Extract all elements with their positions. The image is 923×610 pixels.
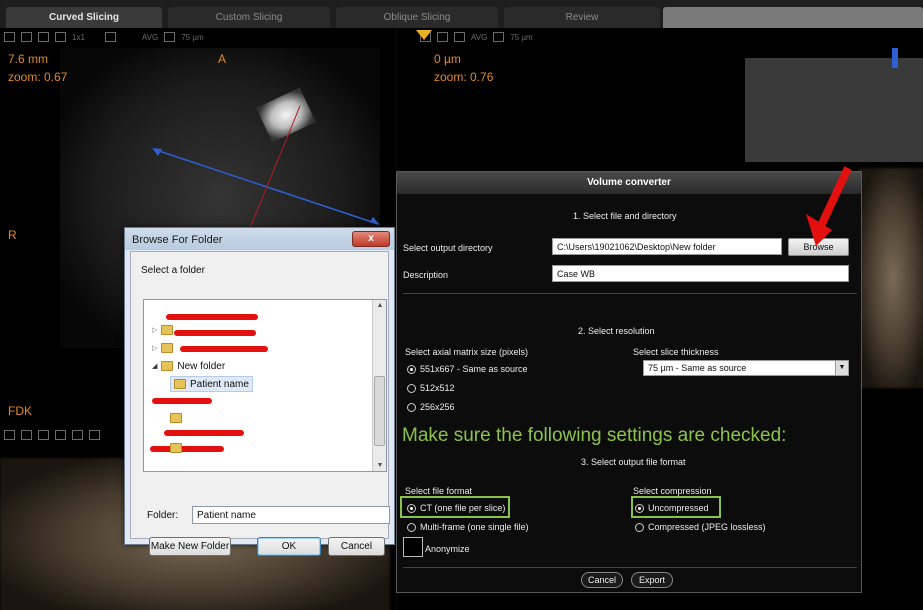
compression-option-jpeg[interactable]: Compressed (JPEG lossless) [635, 522, 766, 532]
step-1-heading: 1. Select file and directory [573, 211, 677, 221]
folder-icon [170, 443, 182, 453]
distance-readout: 0 µm [434, 52, 461, 66]
anonymize-label: Anonymize [425, 544, 470, 554]
format-option-multiframe[interactable]: Multi-frame (one single file) [407, 522, 529, 532]
redaction-mark [174, 330, 256, 336]
tab-review[interactable]: Review [504, 7, 660, 28]
tree-item-folder[interactable] [170, 410, 182, 426]
folder-icon [161, 343, 174, 353]
slice-thickness-select[interactable]: 75 µm - Same as source ▼ [643, 360, 849, 376]
dialog-body: Select a folder ▷ ▷ ◢ New folder Patient… [130, 251, 390, 556]
tree-scrollbar[interactable]: ▲ ▼ [372, 300, 386, 471]
slice-thickness-label: Select slice thickness [633, 347, 719, 357]
folder-label: Folder: [147, 510, 179, 521]
compression-label: Select compression [633, 486, 712, 496]
folder-icon [170, 413, 182, 423]
instruction-note: Make sure the following settings are che… [402, 425, 787, 446]
folder-icon [161, 325, 174, 335]
arrow-head-icon [370, 217, 380, 225]
folder-tree[interactable]: ▷ ▷ ◢ New folder Patient name ▲ ▼ [143, 299, 387, 472]
scroll-up-icon[interactable]: ▲ [373, 302, 386, 309]
select-value: 75 µm - Same as source [648, 363, 747, 373]
highlight-compression-box [631, 496, 721, 518]
red-arrow-overlay [806, 166, 852, 246]
separator [403, 293, 857, 294]
description-label: Description [403, 270, 449, 280]
select-folder-prompt: Select a folder [141, 265, 205, 276]
matrix-option-512[interactable]: 512x512 [407, 383, 455, 393]
tree-item-label: New folder [177, 360, 226, 372]
chevron-down-icon[interactable]: ▼ [835, 361, 848, 375]
cancel-button[interactable]: Cancel [581, 572, 623, 588]
tab-oblique-slicing[interactable]: Oblique Slicing [336, 7, 498, 28]
matrix-option-551[interactable]: 551x667 - Same as source [407, 364, 528, 374]
browse-folder-dialog: Browse For Folder x Select a folder ▷ ▷ … [124, 227, 395, 556]
redaction-mark [150, 446, 224, 452]
layout-icon[interactable] [454, 32, 465, 42]
tab-bar: Curved Slicing Custom Slicing Oblique Sl… [0, 0, 923, 28]
mode-select[interactable]: AVG [471, 33, 487, 42]
file-format-label: Select file format [405, 486, 473, 496]
radio-icon [407, 364, 416, 374]
export-button[interactable]: Export [631, 572, 673, 588]
viewport-toolbar: AVG 75 µm [420, 30, 533, 44]
description-field[interactable]: Case WB [552, 265, 849, 282]
output-directory-field[interactable]: C:\Users\19021062\Desktop\New folder [552, 238, 782, 255]
ok-button[interactable]: OK [257, 537, 321, 556]
folder-field[interactable]: Patient name [192, 506, 390, 524]
radio-label: 512x512 [420, 383, 455, 393]
marker-icon [416, 30, 432, 40]
radio-icon [407, 383, 416, 393]
highlight-format-box [400, 496, 510, 518]
anonymize-checkbox[interactable] [403, 537, 423, 557]
redaction-mark [166, 314, 258, 320]
redaction-mark [164, 430, 244, 436]
cancel-button[interactable]: Cancel [328, 537, 385, 556]
tree-item-new-folder[interactable]: ◢ New folder [152, 358, 225, 374]
folder-icon [174, 379, 186, 389]
tree-item-folder[interactable]: ▷ [152, 340, 174, 356]
ct-slice-image [745, 58, 923, 162]
step-2-heading: 2. Select resolution [578, 326, 655, 336]
thickness-label[interactable]: 75 µm [510, 33, 532, 42]
redaction-mark [152, 398, 212, 404]
radio-icon [635, 522, 644, 532]
tab-custom-slicing[interactable]: Custom Slicing [168, 7, 330, 28]
thickness-icon[interactable] [493, 32, 505, 42]
tab-bar-filler [663, 7, 923, 28]
radio-label: Multi-frame (one single file) [420, 522, 529, 532]
make-new-folder-button[interactable]: Make New Folder [149, 537, 231, 556]
tree-item-patient-name[interactable]: Patient name [170, 376, 253, 392]
matrix-size-label: Select axial matrix size (pixels) [405, 347, 529, 357]
arrow-shaft [816, 166, 852, 230]
radio-label: 256x256 [420, 402, 455, 412]
radio-icon [407, 522, 416, 532]
close-button[interactable]: x [352, 231, 390, 247]
matrix-option-256[interactable]: 256x256 [407, 402, 455, 412]
scroll-thumb[interactable] [374, 376, 385, 446]
redaction-mark [180, 346, 268, 352]
tree-item-folder[interactable] [170, 440, 182, 456]
folder-icon [161, 361, 174, 371]
fit-icon[interactable] [437, 32, 448, 42]
radio-label: 551x667 - Same as source [420, 364, 528, 374]
scroll-down-icon[interactable]: ▼ [373, 462, 386, 469]
step-3-heading: 3. Select output file format [581, 457, 686, 467]
radio-label: Compressed (JPEG lossless) [648, 522, 766, 532]
orientation-marker-icon [892, 48, 898, 68]
radio-icon [407, 402, 416, 412]
tree-item-folder[interactable]: ▷ [152, 322, 174, 338]
output-directory-label: Select output directory [403, 243, 493, 253]
volume-render-image [858, 168, 923, 388]
tab-curved-slicing[interactable]: Curved Slicing [6, 7, 162, 28]
red-slice-line[interactable] [249, 105, 301, 229]
app-window: Curved Slicing Custom Slicing Oblique Sl… [0, 0, 923, 610]
separator [403, 567, 857, 568]
tree-item-label: Patient name [190, 378, 249, 390]
zoom-readout: zoom: 0.76 [434, 70, 494, 84]
